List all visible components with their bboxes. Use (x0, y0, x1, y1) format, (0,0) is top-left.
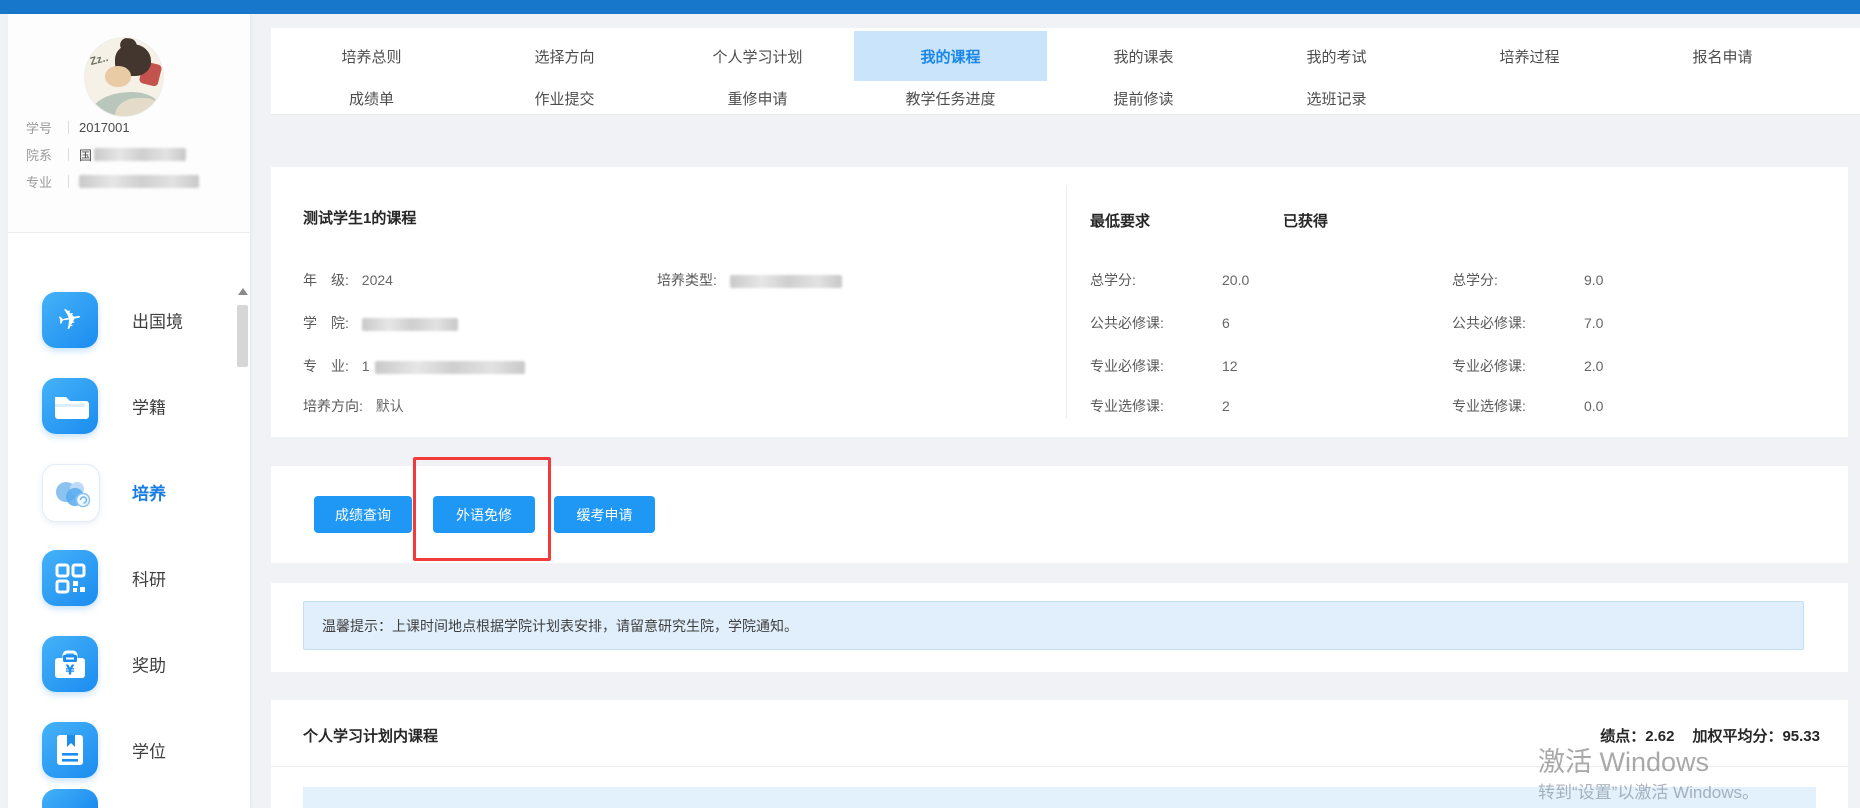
sidebar-item-scholarship[interactable]: ¥ 奖助 (8, 621, 250, 707)
tab-row-1: 培养总则 选择方向 个人学习计划 我的课程 我的课表 我的考试 培养过程 报名申… (275, 31, 1819, 81)
tab-homework-submit[interactable]: 作业提交 (468, 84, 661, 112)
got-public-required-row: 公共必修课:7.0 (1452, 313, 1603, 333)
sidebar-item-abroad[interactable]: ✈ 出国境 (8, 277, 250, 363)
user-department-row: 院系 国 (26, 141, 240, 168)
sidebar-item-cultivation[interactable]: 培养 (8, 449, 250, 535)
got-major-elective-row: 专业选修课:0.0 (1452, 396, 1603, 416)
tab-cultivation-rules[interactable]: 培养总则 (275, 31, 468, 81)
min-major-elective-row: 专业选修课:2 (1090, 396, 1230, 416)
field-major: 专 业: 1 (303, 356, 525, 376)
min-major-required-row: 专业必修课:12 (1090, 356, 1238, 376)
avatar[interactable]: Zz.. (85, 38, 163, 116)
sidebar-item-student-status[interactable]: 学籍 (8, 363, 250, 449)
tab-registration-apply[interactable]: 报名申请 (1626, 31, 1819, 81)
gpa-value: 2.62 (1645, 728, 1674, 745)
user-major-row: 专业 (26, 168, 240, 195)
weighted-avg-value: 95.33 (1782, 728, 1820, 745)
foreign-language-exemption-button[interactable]: 外语免修 (433, 496, 535, 533)
user-major-label: 专业 (26, 172, 60, 191)
redacted-text-block (79, 175, 199, 188)
got-major-required-row: 专业必修课:2.0 (1452, 356, 1603, 376)
plan-section-title: 个人学习计划内课程 (303, 725, 438, 746)
gpa-label: 绩点： (1600, 728, 1645, 745)
vertical-divider (1066, 185, 1067, 419)
plan-courses-panel: 个人学习计划内课程 绩点：2.62 加权平均分：95.33 (271, 700, 1848, 808)
course-info-panel: 测试学生1的课程 年 级: 2024 培养类型: 学 院: 专 业: 1 培养方… (271, 167, 1848, 437)
tab-transcript[interactable]: 成绩单 (275, 84, 468, 112)
user-id-value: 2017001 (79, 120, 130, 135)
obtained-header: 已获得 (1283, 210, 1328, 231)
notice-panel: 温馨提示：上课时间地点根据学院计划表安排，请留意研究生院，学院通知。 (271, 583, 1848, 672)
scroll-up-arrow-icon[interactable] (238, 288, 248, 295)
field-grade: 年 级: 2024 (303, 270, 393, 290)
min-total-credits-row: 总学分:20.0 (1090, 270, 1249, 290)
folder-icon (42, 378, 98, 434)
sidebar-item-degree[interactable]: 学位 (8, 707, 250, 793)
got-total-credits-row: 总学分:9.0 (1452, 270, 1603, 290)
scrollbar-thumb[interactable] (237, 305, 248, 367)
user-department-value: 国 (79, 145, 92, 164)
topbar (0, 0, 1860, 14)
tab-row-2: 成绩单 作业提交 重修申请 教学任务进度 提前修读 选班记录 (275, 84, 1433, 112)
sidebar-item-label: 科研 (132, 566, 166, 591)
sidebar-item-label: 培养 (132, 480, 166, 505)
cloud-icon (42, 464, 100, 522)
sidebar-item-label: 出国境 (132, 308, 183, 333)
sidebar-item-label: 学籍 (132, 394, 166, 419)
table-header-bar (303, 787, 1816, 808)
field-cultivation-type: 培养类型: (657, 270, 842, 290)
tab-retake-apply[interactable]: 重修申请 (661, 84, 854, 112)
redacted-text-block (730, 275, 842, 288)
notice-bar: 温馨提示：上课时间地点根据学院计划表安排，请留意研究生院，学院通知。 (303, 601, 1804, 650)
redacted-text-block (362, 318, 458, 331)
avatar-face (105, 66, 131, 87)
course-panel-title: 测试学生1的课程 (303, 207, 416, 228)
min-public-required-row: 公共必修课:6 (1090, 313, 1230, 333)
sidebar-item-label: 奖助 (132, 652, 166, 677)
user-department-label: 院系 (26, 145, 60, 164)
qrcode-icon (42, 550, 98, 606)
divider (68, 175, 69, 188)
tab-class-selection-record[interactable]: 选班记录 (1240, 84, 1433, 112)
tabbar: 培养总则 选择方向 个人学习计划 我的课程 我的课表 我的考试 培养过程 报名申… (271, 28, 1860, 115)
airplane-icon: ✈ (42, 292, 98, 348)
sidebar-item-research[interactable]: 科研 (8, 535, 250, 621)
tab-my-exams[interactable]: 我的考试 (1240, 31, 1433, 81)
tab-my-courses[interactable]: 我的课程 (854, 31, 1047, 81)
sidebar-item-partial-icon[interactable] (42, 789, 98, 808)
tab-early-study[interactable]: 提前修读 (1047, 84, 1240, 112)
user-info: 学号 2017001 院系 国 专业 (26, 114, 240, 195)
avatar-zz-text: Zz.. (89, 52, 110, 68)
divider (68, 121, 69, 134)
book-icon (42, 722, 98, 778)
field-college: 学 院: (303, 313, 458, 333)
sidebar-item-label: 学位 (132, 738, 166, 763)
field-cultivation-direction: 培养方向: 默认 (303, 396, 404, 416)
weighted-avg-label: 加权平均分： (1692, 728, 1782, 745)
user-id-label: 学号 (26, 118, 60, 137)
actions-panel: 成绩查询 外语免修 缓考申请 (271, 466, 1848, 563)
sidebar: Zz.. 学号 2017001 院系 国 专业 ✈ 出国境 (8, 14, 250, 808)
min-requirement-header: 最低要求 (1090, 210, 1150, 231)
svg-text:¥: ¥ (65, 664, 74, 679)
gpa-summary: 绩点：2.62 加权平均分：95.33 (1600, 725, 1820, 746)
user-id-row: 学号 2017001 (26, 114, 240, 141)
divider (271, 766, 1848, 767)
briefcase-yen-icon: ¥ (42, 636, 98, 692)
notice-text: 温馨提示：上课时间地点根据学院计划表安排，请留意研究生院，学院通知。 (322, 616, 798, 636)
tab-teaching-task-progress[interactable]: 教学任务进度 (854, 84, 1047, 112)
tab-my-timetable[interactable]: 我的课表 (1047, 31, 1240, 81)
score-query-button[interactable]: 成绩查询 (314, 496, 412, 533)
redacted-text-block (94, 148, 186, 161)
redacted-text-block (375, 361, 525, 374)
tab-choose-direction[interactable]: 选择方向 (468, 31, 661, 81)
page: Zz.. 学号 2017001 院系 国 专业 ✈ 出国境 (0, 0, 1860, 808)
tab-cultivation-process[interactable]: 培养过程 (1433, 31, 1626, 81)
divider (68, 148, 69, 161)
deferred-exam-apply-button[interactable]: 缓考申请 (554, 496, 655, 533)
tab-personal-study-plan[interactable]: 个人学习计划 (661, 31, 854, 81)
